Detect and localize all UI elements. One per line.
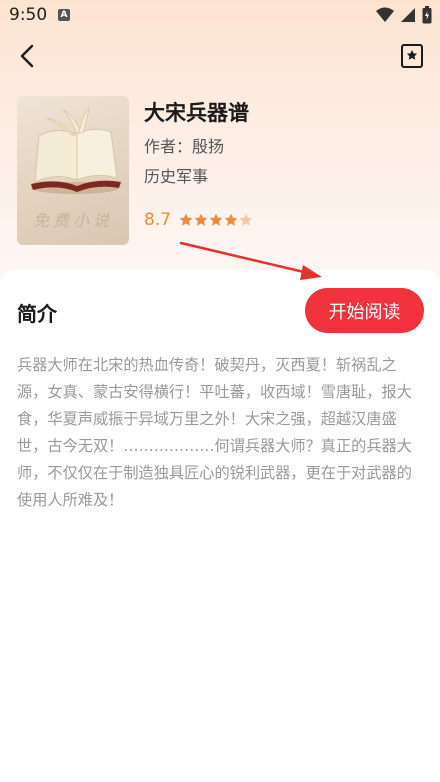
star-filled-icon	[179, 213, 193, 226]
open-book-image	[31, 106, 121, 194]
wifi-icon	[376, 7, 394, 22]
author-name[interactable]: 殷扬	[192, 133, 224, 157]
author-label: 作者：	[144, 137, 193, 156]
back-arrow-icon	[20, 44, 34, 68]
star-empty-icon	[239, 213, 253, 226]
status-icons	[376, 6, 432, 24]
book-cover[interactable]: 免费小说	[17, 96, 129, 245]
book-description: 兵器大师在北宋的热血传奇！破契丹，灭西夏！斩祸乱之源，女真、蒙古安得横行！平吐蕃…	[17, 356, 412, 509]
book-genre[interactable]: 历史军事	[144, 163, 208, 187]
rating-score: 8.7	[144, 210, 172, 230]
star-filled-icon	[224, 213, 238, 226]
book-title: 大宋兵器谱	[144, 101, 249, 125]
battery-icon	[422, 6, 432, 24]
intro-heading: 简介	[17, 302, 57, 326]
content-card	[0, 270, 440, 782]
signal-icon	[401, 8, 415, 22]
rating-row: 8.7	[144, 210, 253, 230]
star-filled-icon	[209, 213, 223, 226]
back-button[interactable]	[14, 42, 42, 70]
bookmark-button[interactable]	[398, 42, 426, 70]
cover-watermark: 免费小说	[32, 211, 113, 230]
notification-icon: A	[58, 9, 70, 21]
status-time: 9:50	[9, 5, 48, 25]
rating-stars	[179, 213, 253, 227]
start-reading-button[interactable]: 开始阅读	[305, 288, 424, 333]
status-bar: 9:50 A	[0, 0, 440, 32]
bookmark-icon	[401, 44, 423, 68]
nav-bar	[0, 36, 440, 76]
author-row: 作者： 殷扬	[144, 133, 224, 157]
star-filled-icon	[194, 213, 208, 226]
